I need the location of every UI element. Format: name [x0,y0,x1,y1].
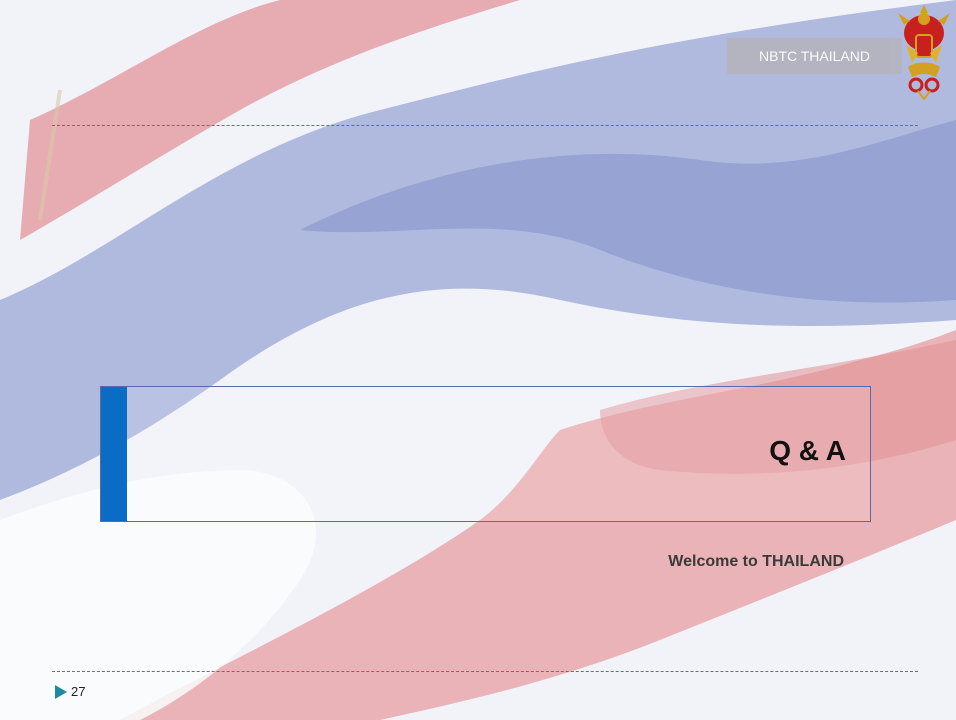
title-accent-bar [101,387,127,521]
slide-subtitle: Welcome to THAILAND [668,553,844,570]
slide-title: Q & A [769,435,846,466]
title-box: Q & A [100,386,871,522]
triangle-bullet-icon [55,685,67,699]
footer-divider [52,671,918,672]
header-label: NBTC THAILAND [727,38,902,74]
page-number: 27 [71,684,86,699]
slide: NBTC THAILAND Q & A Welcome to THAILAND … [0,0,956,720]
header-divider [52,125,918,126]
garuda-emblem-icon [898,5,950,100]
flag-background [0,0,956,720]
